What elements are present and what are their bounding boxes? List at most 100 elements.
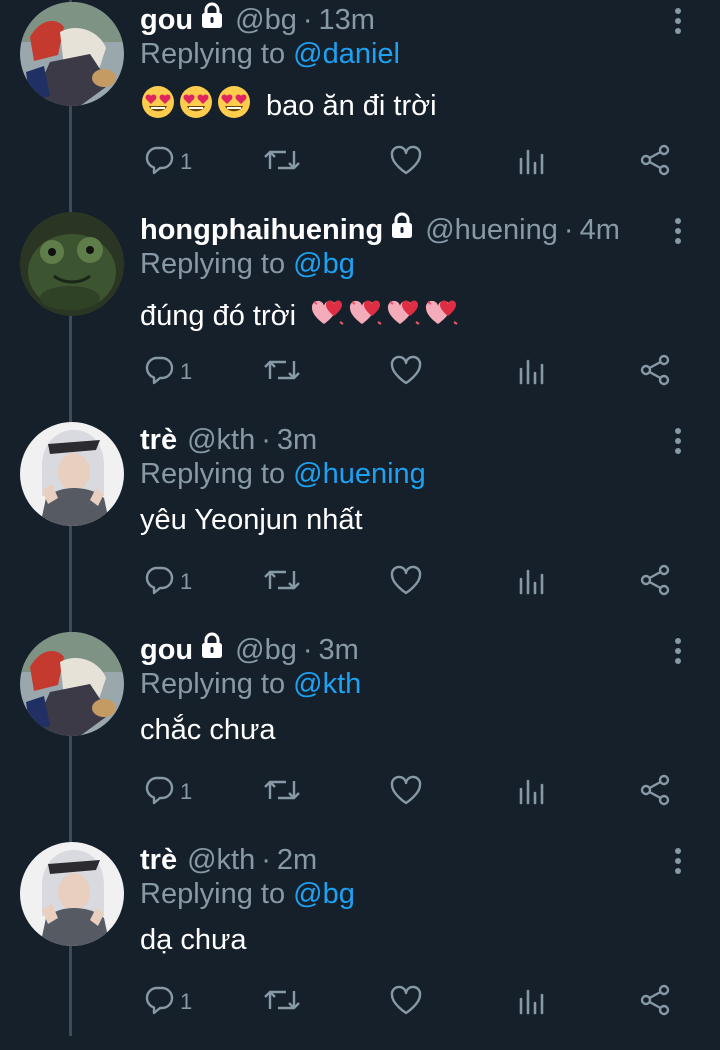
lock-icon — [199, 632, 225, 668]
analytics-icon — [516, 773, 546, 812]
analytics-icon — [516, 353, 546, 392]
lock-icon — [199, 2, 225, 38]
reply-count: 1 — [180, 779, 193, 804]
replying-to-label: Replying to — [140, 38, 286, 70]
heart-icon — [388, 563, 424, 602]
retweet-button[interactable] — [262, 142, 302, 182]
hearts-emoji — [310, 294, 346, 338]
retweet-icon — [262, 983, 302, 1022]
tweet[interactable]: trè @kth · 3m Replying to @huening yêu Yeonju… — [0, 420, 720, 630]
reply-button[interactable]: 1 — [142, 142, 192, 182]
share-button[interactable] — [638, 772, 672, 812]
tweet[interactable]: trè @kth · 2m Replying to @bg dạ chưa 1 — [0, 840, 720, 1050]
replying-to-label: Replying to — [140, 878, 286, 910]
like-button[interactable] — [388, 772, 424, 812]
user-handle[interactable]: @bg — [235, 634, 297, 667]
reply-count: 1 — [180, 359, 193, 384]
analytics-button[interactable] — [516, 352, 546, 392]
like-button[interactable] — [388, 562, 424, 602]
heart-icon — [388, 773, 424, 812]
hearts-emoji — [424, 294, 460, 338]
separator-dot: · — [261, 843, 271, 876]
share-button[interactable] — [638, 982, 672, 1022]
tweet-text: chắc chưa — [140, 714, 275, 747]
separator-dot: · — [261, 423, 271, 456]
analytics-button[interactable] — [516, 982, 546, 1022]
tweet-header: gou @bg · 3m — [140, 630, 359, 670]
share-icon — [638, 983, 672, 1022]
analytics-button[interactable] — [516, 142, 546, 182]
tweet-text: dạ chưa — [140, 924, 246, 957]
more-options-icon[interactable] — [668, 426, 688, 456]
cartoon-avatar[interactable] — [20, 632, 124, 736]
user-handle[interactable]: @bg — [235, 4, 297, 37]
user-handle[interactable]: @kth — [187, 844, 255, 877]
share-button[interactable] — [638, 142, 672, 182]
like-button[interactable] — [388, 142, 424, 182]
reply-icon — [142, 353, 176, 392]
reply-icon — [142, 983, 176, 1022]
person-avatar[interactable] — [20, 842, 124, 946]
timestamp[interactable]: 3m — [319, 634, 359, 667]
separator-dot: · — [302, 633, 313, 666]
replying-to-label: Replying to — [140, 668, 286, 700]
retweet-button[interactable] — [262, 352, 302, 392]
retweet-button[interactable] — [262, 562, 302, 602]
display-name[interactable]: hongphaihuening — [140, 214, 383, 247]
tweet[interactable]: gou @bg · 13m Replying to @daniel bao ăn đi t… — [0, 0, 720, 210]
reply-button[interactable]: 1 — [142, 772, 192, 812]
tweet-text: yêu Yeonjun nhất — [140, 504, 363, 537]
heart-eyes-emoji — [216, 84, 252, 128]
display-name[interactable]: trè — [140, 424, 177, 457]
more-options-icon[interactable] — [668, 636, 688, 666]
like-button[interactable] — [388, 352, 424, 392]
mention-link[interactable]: @huening — [293, 458, 426, 490]
tweet[interactable]: gou @bg · 3m Replying to @kth chắc chưa 1 — [0, 630, 720, 840]
retweet-button[interactable] — [262, 772, 302, 812]
tweet-body: bao ăn đi trời — [266, 89, 437, 122]
analytics-button[interactable] — [516, 562, 546, 602]
display-name[interactable]: gou — [140, 4, 193, 37]
timestamp[interactable]: 13m — [319, 4, 375, 37]
reply-button[interactable]: 1 — [142, 562, 192, 602]
mention-link[interactable]: @bg — [293, 878, 355, 910]
reply-button[interactable]: 1 — [142, 352, 192, 392]
more-options-icon[interactable] — [668, 216, 688, 246]
share-icon — [638, 773, 672, 812]
timestamp[interactable]: 4m — [580, 214, 620, 247]
mention-link[interactable]: @kth — [293, 668, 361, 700]
display-name[interactable]: trè — [140, 844, 177, 877]
reply-button[interactable]: 1 — [142, 982, 192, 1022]
analytics-button[interactable] — [516, 772, 546, 812]
more-options-icon[interactable] — [668, 846, 688, 876]
hearts-emoji — [348, 294, 384, 338]
share-button[interactable] — [638, 562, 672, 602]
retweet-icon — [262, 563, 302, 602]
replying-to-line: Replying to @daniel — [140, 38, 400, 71]
action-bar: 1 — [140, 982, 700, 1022]
share-button[interactable] — [638, 352, 672, 392]
timestamp[interactable]: 2m — [277, 844, 317, 877]
reply-icon — [142, 143, 176, 182]
lock-icon — [389, 212, 415, 248]
analytics-icon — [516, 143, 546, 182]
display-name[interactable]: gou — [140, 634, 193, 667]
tweet-body: đúng đó trời — [140, 299, 297, 332]
more-options-icon[interactable] — [668, 6, 688, 36]
mention-link[interactable]: @bg — [293, 248, 355, 280]
tweet[interactable]: hongphaihuening @huening · 4m Replying to @b… — [0, 210, 720, 420]
like-button[interactable] — [388, 982, 424, 1022]
person-avatar[interactable] — [20, 422, 124, 526]
user-handle[interactable]: @huening — [425, 214, 558, 247]
frog-avatar[interactable] — [20, 212, 124, 316]
timestamp[interactable]: 3m — [277, 424, 317, 457]
retweet-icon — [262, 353, 302, 392]
reply-count: 1 — [180, 149, 193, 174]
share-icon — [638, 143, 672, 182]
mention-link[interactable]: @daniel — [293, 38, 400, 70]
heart-eyes-emoji — [178, 84, 214, 128]
retweet-button[interactable] — [262, 982, 302, 1022]
user-handle[interactable]: @kth — [187, 424, 255, 457]
heart-eyes-emoji — [140, 84, 176, 128]
cartoon-avatar[interactable] — [20, 2, 124, 106]
